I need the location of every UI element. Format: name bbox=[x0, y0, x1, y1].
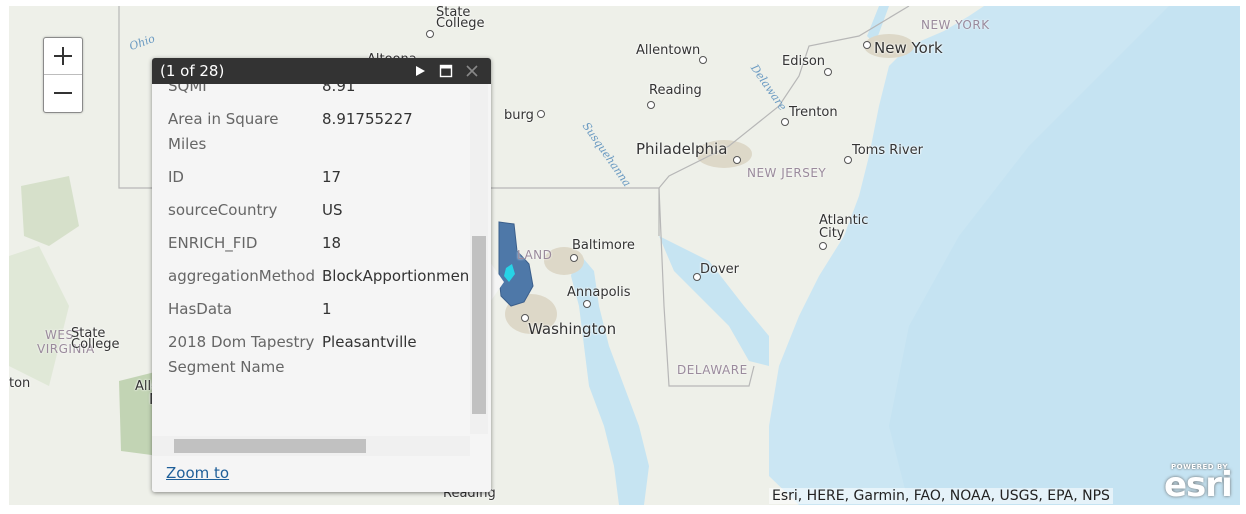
map-attribution: Esri, HERE, Garmin, FAO, NOAA, USGS, EPA… bbox=[769, 488, 1113, 504]
attribute-scroll-area[interactable]: SQMI 8.91 Area in Square Miles 8.91755227 ID… bbox=[152, 84, 469, 438]
popup-body: SQMI 8.91 Area in Square Miles 8.91755227 ID… bbox=[152, 84, 491, 492]
maximize-button[interactable] bbox=[435, 61, 457, 81]
city-label: Atlantic City bbox=[819, 213, 869, 241]
city-label: Edison bbox=[782, 54, 826, 69]
attribute-value: BlockApportionmen bbox=[322, 267, 469, 285]
city-label: Reading bbox=[649, 83, 702, 98]
city-label: Toms River bbox=[852, 143, 923, 158]
city-label: ton bbox=[9, 376, 31, 391]
city-marker bbox=[583, 300, 591, 308]
city-label: Philadelphia bbox=[636, 140, 728, 158]
attribute-key: SQMI bbox=[168, 84, 207, 95]
city-marker bbox=[699, 56, 707, 64]
attribute-table: SQMI 8.91 Area in Square Miles 8.91755227 ID… bbox=[161, 84, 469, 388]
city-label: New York bbox=[874, 39, 943, 57]
attribute-value: 1 bbox=[322, 300, 332, 318]
attribute-key: ID bbox=[168, 168, 184, 186]
popup-header: (1 of 28) bbox=[152, 58, 491, 84]
city-marker bbox=[863, 41, 871, 49]
attribute-value: 8.91 bbox=[322, 84, 356, 95]
attribute-key: aggregationMethod bbox=[168, 267, 316, 285]
attribute-key: 2018 Dom Tapestry Segment Name bbox=[168, 333, 315, 376]
city-marker bbox=[426, 30, 434, 38]
attribute-value: 18 bbox=[322, 234, 342, 252]
attribute-value: 17 bbox=[322, 168, 342, 186]
vertical-scrollbar[interactable] bbox=[470, 84, 488, 434]
horizontal-scrollbar[interactable] bbox=[152, 436, 470, 456]
esri-brand: esri bbox=[1164, 465, 1233, 505]
city-marker bbox=[537, 110, 545, 118]
popup-title: (1 of 28) bbox=[160, 62, 225, 80]
zoom-control bbox=[43, 37, 83, 113]
horizontal-scroll-thumb[interactable] bbox=[174, 439, 366, 453]
close-icon bbox=[466, 65, 478, 77]
attribute-key: HasData bbox=[168, 300, 233, 318]
city-label: Washington bbox=[528, 320, 617, 338]
city-label: burg bbox=[504, 108, 534, 123]
city-label: Baltimore bbox=[572, 238, 635, 253]
minus-icon bbox=[54, 92, 72, 94]
map-text-label: State College bbox=[71, 326, 120, 352]
city-marker bbox=[733, 156, 741, 164]
attribute-value: Pleasantville bbox=[322, 333, 417, 351]
city-label: Dover bbox=[700, 262, 739, 277]
feature-popup: (1 of 28) SQMI 8.91 Area in Square Miles 8.… bbox=[152, 58, 491, 492]
next-feature-button[interactable] bbox=[409, 61, 431, 81]
city-label: Trenton bbox=[789, 105, 838, 120]
attribute-value: US bbox=[322, 201, 343, 219]
attribute-row: aggregationMethod BlockApportionmen bbox=[161, 264, 469, 297]
attribute-value: 8.91755227 bbox=[322, 110, 413, 128]
attribute-row: sourceCountry US bbox=[161, 198, 469, 231]
city-marker bbox=[819, 242, 827, 250]
city-label: Annapolis bbox=[567, 285, 631, 300]
state-label: DELAWARE bbox=[677, 363, 748, 377]
city-label: Allentown bbox=[636, 43, 701, 58]
plus-icon bbox=[54, 47, 72, 65]
attribute-row: 2018 Dom Tapestry Segment Name Pleasantvi… bbox=[161, 330, 469, 388]
esri-logo[interactable]: POWERED BY esri bbox=[1164, 461, 1240, 505]
city-marker bbox=[844, 156, 852, 164]
attribute-row: ENRICH_FID 18 bbox=[161, 231, 469, 264]
city-marker bbox=[693, 273, 701, 281]
attribute-row: SQMI 8.91 bbox=[161, 84, 469, 107]
zoom-out-button[interactable] bbox=[44, 74, 82, 111]
city-marker bbox=[570, 254, 578, 262]
attribute-key: sourceCountry bbox=[168, 201, 278, 219]
play-icon bbox=[416, 66, 425, 76]
close-button[interactable] bbox=[461, 61, 483, 81]
state-label: LAND bbox=[517, 248, 553, 262]
state-label: NEW JERSEY bbox=[747, 166, 827, 180]
zoom-to-link[interactable]: Zoom to bbox=[166, 464, 229, 482]
maximize-icon bbox=[439, 64, 453, 78]
attribute-key: ENRICH_FID bbox=[168, 234, 258, 252]
popup-pointer bbox=[490, 262, 504, 302]
city-marker bbox=[521, 314, 529, 322]
city-marker bbox=[781, 118, 789, 126]
city-label: State College bbox=[436, 6, 485, 31]
city-marker bbox=[647, 101, 655, 109]
zoom-in-button[interactable] bbox=[44, 38, 82, 74]
vertical-scroll-thumb[interactable] bbox=[472, 236, 486, 414]
attribute-row: ID 17 bbox=[161, 165, 469, 198]
state-label: NEW YORK bbox=[921, 18, 990, 32]
attribute-key: Area in Square Miles bbox=[168, 110, 279, 153]
attribute-row: HasData 1 bbox=[161, 297, 469, 330]
city-marker bbox=[824, 68, 832, 76]
attribute-row: Area in Square Miles 8.91755227 bbox=[161, 107, 469, 165]
